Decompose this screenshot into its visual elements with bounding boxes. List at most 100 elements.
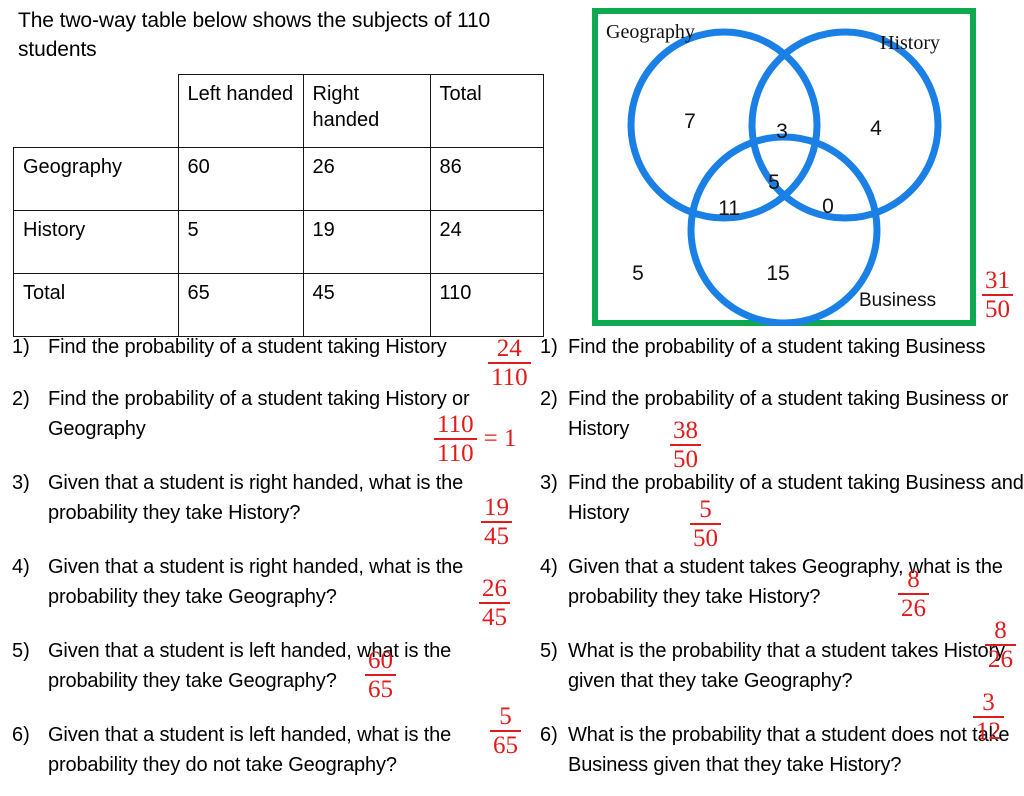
answer-denominator: 110: [434, 438, 477, 467]
question-item: 6) What is the probability that a studen…: [536, 720, 1024, 780]
answer-left-4: 26 45: [479, 576, 510, 631]
venn-diagram: Geography History Business 7 3 4 5 11 0 …: [592, 8, 976, 326]
table-row-label-total: Total: [13, 273, 179, 337]
question-item: 2) Find the probability of a student tak…: [536, 384, 1024, 444]
question-text: Find the probability of a student taking…: [568, 336, 986, 358]
answer-denominator: 50: [690, 523, 721, 552]
answer-denominator: 50: [670, 444, 701, 473]
question-item: 3) Given that a student is right handed,…: [8, 468, 528, 528]
answer-right-2: 38 50: [670, 418, 701, 473]
venn-count-geography-only: 7: [684, 110, 696, 133]
table-cell-geography-right: 26: [302, 147, 431, 211]
table-cell-total-right: 45: [302, 273, 431, 337]
question-number: 2): [12, 388, 30, 410]
table-cell-total-total: 110: [429, 273, 544, 337]
question-number: 2): [540, 388, 558, 410]
venn-label-geography: Geography: [606, 21, 695, 43]
table-corner-cell: [13, 74, 179, 148]
question-number: 3): [540, 472, 558, 494]
answer-denominator: 12: [973, 716, 1004, 745]
table-cell-total-left: 65: [177, 273, 304, 337]
question-text: Given that a student takes Geography, wh…: [568, 556, 1003, 608]
table-cell-history-left: 5: [177, 210, 304, 274]
venn-side-answer-denominator: 50: [982, 294, 1013, 323]
question-text: Find the probability of a student taking…: [568, 388, 1009, 440]
answer-denominator: 110: [488, 362, 531, 391]
answer-denominator: 65: [490, 730, 521, 759]
venn-count-all-three: 5: [768, 171, 780, 194]
table-cell-geography-total: 86: [429, 147, 544, 211]
answer-denominator: 26: [898, 593, 929, 622]
two-way-table: Left handed Right handed Total Geography…: [13, 74, 544, 337]
question-item: 1) Find the probability of a student tak…: [8, 332, 528, 362]
answer-denominator: 45: [481, 521, 512, 550]
answer-denominator: 26: [985, 644, 1016, 673]
venn-count-outside: 5: [632, 262, 644, 285]
answer-left-5: 60 65: [365, 648, 396, 703]
question-number: 3): [12, 472, 30, 494]
question-number: 6): [12, 724, 30, 746]
answer-numerator: 19: [484, 494, 509, 521]
intro-text: The two-way table below shows the subjec…: [18, 9, 491, 61]
answer-numerator: 26: [482, 575, 507, 602]
question-number: 4): [12, 556, 30, 578]
question-item: 5) Given that a student is left handed, …: [8, 636, 528, 696]
question-item: 1) Find the probability of a student tak…: [536, 332, 1024, 362]
table-row: History 5 19 24: [13, 210, 544, 274]
question-item: 6) Given that a student is left handed, …: [8, 720, 528, 780]
answer-right-3: 5 50: [690, 497, 721, 552]
question-item: 5) What is the probability that a studen…: [536, 636, 1024, 696]
answer-numerator: 38: [673, 417, 698, 444]
table-header-right-handed: Right handed: [302, 74, 431, 148]
answer-right-5: 8 26: [985, 618, 1016, 673]
answer-left-3: 19 45: [481, 495, 512, 550]
venn-count-geography-history: 3: [776, 120, 788, 143]
answer-numerator: 3: [982, 689, 995, 716]
answer-denominator: 45: [479, 602, 510, 631]
question-text: Given that a student is right handed, wh…: [48, 472, 464, 524]
answer-right-6: 3 12: [973, 690, 1004, 745]
answer-numerator: 24: [496, 335, 522, 362]
venn-side-answer-numerator: 31: [985, 267, 1010, 294]
question-number: 6): [540, 724, 558, 746]
answer-left-1: 24 110: [488, 336, 531, 391]
table-cell-geography-left: 60: [177, 147, 304, 211]
table-cell-history-total: 24: [429, 210, 544, 274]
answer-numerator: 60: [368, 647, 393, 674]
answer-left-6: 5 65: [490, 704, 521, 759]
questions-left-column: 1) Find the probability of a student tak…: [8, 332, 528, 796]
venn-count-history-business: 0: [822, 195, 834, 218]
question-text: Given that a student is left handed, wha…: [48, 640, 452, 692]
question-item: 3) Find the probability of a student tak…: [536, 468, 1024, 528]
question-item: 4) Given that a student takes Geography,…: [536, 552, 1024, 612]
venn-label-business: Business: [859, 290, 937, 311]
venn-count-history-only: 4: [870, 117, 882, 140]
question-number: 5): [12, 640, 30, 662]
question-text: Given that a student is right handed, wh…: [48, 556, 464, 608]
table-cell-history-right: 19: [302, 210, 431, 274]
question-number: 5): [540, 640, 558, 662]
answer-numerator: 5: [499, 703, 512, 730]
answer-numerator: 110: [437, 411, 474, 438]
answer-numerator: 8: [907, 566, 920, 593]
question-text: What is the probability that a student t…: [568, 640, 1005, 692]
question-number: 1): [540, 336, 558, 358]
venn-count-geography-business: 11: [718, 197, 740, 220]
venn-circle-business: [687, 133, 881, 326]
answer-right-4: 8 26: [898, 567, 929, 622]
question-number: 4): [540, 556, 558, 578]
question-text: Find the probability of a student taking…: [48, 336, 447, 358]
table-row-label-history: History: [13, 210, 179, 274]
table-row-label-geography: Geography: [13, 147, 179, 211]
venn-side-answer: 31 50: [982, 268, 1013, 323]
answer-numerator: 5: [699, 496, 712, 523]
question-text: Given that a student is left handed, wha…: [48, 724, 452, 776]
table-header-row: Left handed Right handed Total: [13, 74, 544, 148]
answer-left-2: 110 110 = 1: [434, 412, 516, 467]
table-row: Total 65 45 110: [13, 273, 544, 337]
answer-equals: = 1: [483, 424, 517, 452]
question-text: What is the probability that a student d…: [568, 724, 1010, 776]
table-row: Geography 60 26 86: [13, 147, 544, 211]
answer-denominator: 65: [365, 674, 396, 703]
question-item: 4) Given that a student is right handed,…: [8, 552, 528, 612]
